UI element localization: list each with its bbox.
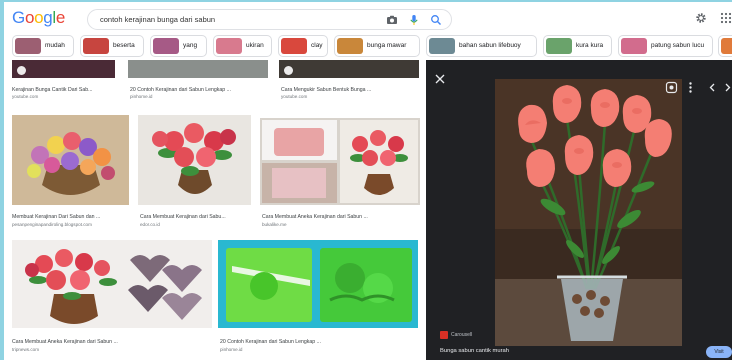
chip-kura-kura[interactable]: kura kura <box>543 35 612 57</box>
mic-icon[interactable] <box>408 14 420 26</box>
chip-thumbnail <box>281 38 307 54</box>
chip-thumbnail <box>721 38 732 54</box>
chip-thumbnail <box>546 38 572 54</box>
chip-more[interactable] <box>718 35 732 57</box>
close-icon[interactable] <box>434 73 446 85</box>
chip-bahan-sabun-lifebuoy[interactable]: bahan sabun lifebuoy <box>426 35 537 57</box>
header: Google <box>4 2 732 34</box>
chip-bunga-mawar[interactable]: bunga mawar <box>334 35 420 57</box>
logo-letter: G <box>12 8 25 27</box>
chip-label: beserta <box>113 42 135 49</box>
chip-label: yang <box>183 42 198 49</box>
chip-label: kura kura <box>576 42 604 49</box>
logo-letter: o <box>24 8 35 27</box>
apps-icon[interactable] <box>720 12 732 24</box>
chip-thumbnail <box>621 38 647 54</box>
result-source: pesanpenginapandiroling.blogspot.com <box>12 222 92 227</box>
result-image[interactable] <box>279 60 419 78</box>
play-icon <box>17 66 26 75</box>
result-title[interactable]: 20 Contoh Kerajinan dari Sabun Lengkap .… <box>220 339 321 345</box>
chip-mudah[interactable]: mudah <box>12 35 74 57</box>
result-title[interactable]: Membuat Kerajinan Dari Sabun dan ... <box>12 214 100 220</box>
browser-page: Google mudah beserta <box>4 2 732 360</box>
preview-source[interactable]: Carousell <box>451 332 472 338</box>
search-icon[interactable] <box>430 14 442 26</box>
result-source: tripnews.com <box>12 347 40 352</box>
chevron-left-icon[interactable] <box>706 81 719 94</box>
result-image[interactable] <box>12 60 115 78</box>
chip-beserta[interactable]: beserta <box>80 35 144 57</box>
play-icon <box>284 66 293 75</box>
result-title[interactable]: Cara Mengukir Sabun Bentuk Bunga ... <box>281 87 371 93</box>
chip-yang[interactable]: yang <box>150 35 207 57</box>
search-box <box>87 9 452 30</box>
lens-icon[interactable] <box>665 81 678 94</box>
chip-thumbnail <box>15 38 41 54</box>
logo-letter: o <box>34 8 44 27</box>
result-source: pinhome.id <box>220 347 243 352</box>
result-image[interactable] <box>12 115 129 205</box>
google-logo[interactable]: Google <box>12 8 65 28</box>
chip-patung-sabun-lucu[interactable]: patung sabun lucu <box>618 35 713 57</box>
result-image[interactable] <box>218 240 418 328</box>
related-searches-bar: mudah beserta yang ukiran clay bunga maw… <box>4 35 732 59</box>
result-title[interactable]: 20 Contoh Kerajinan dari Sabun Lengkap .… <box>130 87 231 93</box>
chip-label: ukiran <box>246 42 264 49</box>
image-results-grid: Kerajinan Bunga Cantik Dari Sab... youtu… <box>4 60 426 360</box>
logo-letter: e <box>55 8 66 27</box>
result-title[interactable]: Cara Membuat Aneka Kerajinan dari Sabun … <box>12 339 118 345</box>
result-image[interactable] <box>260 118 420 205</box>
result-source: youtube.com <box>12 94 39 99</box>
camera-icon[interactable] <box>386 14 398 26</box>
chevron-right-icon[interactable] <box>721 81 732 94</box>
result-image[interactable] <box>138 115 251 205</box>
result-title[interactable]: Kerajinan Bunga Cantik Dari Sab... <box>12 87 92 93</box>
chip-thumbnail <box>216 38 242 54</box>
result-title[interactable]: Cara Membuat Aneka Kerajinan dari Sabun … <box>262 214 368 220</box>
chip-label: mudah <box>45 42 65 49</box>
chip-label: patung sabun lucu <box>651 42 705 49</box>
chip-label: bunga mawar <box>367 42 407 49</box>
chip-ukiran[interactable]: ukiran <box>213 35 272 57</box>
chip-thumbnail <box>83 38 109 54</box>
chip-clay[interactable]: clay <box>278 35 328 57</box>
result-image[interactable] <box>12 240 212 328</box>
more-options-icon[interactable] <box>684 81 697 94</box>
result-image[interactable] <box>128 60 268 78</box>
visit-button[interactable]: Visit <box>706 346 732 358</box>
result-source: edor.co.id <box>140 222 160 227</box>
result-source: youtube.com <box>281 94 308 99</box>
result-source: pinhome.id <box>130 94 153 99</box>
chip-thumbnail <box>337 38 363 54</box>
preview-title[interactable]: Bunga sabun cantik murah <box>440 348 509 354</box>
chip-thumbnail <box>429 38 455 54</box>
carousell-icon <box>440 331 448 339</box>
result-source: bukalike.me <box>262 222 287 227</box>
chip-thumbnail <box>153 38 179 54</box>
search-input[interactable] <box>100 12 380 27</box>
result-title[interactable]: Cara Membuat Kerajinan dari Sabu... <box>140 214 226 220</box>
preview-image[interactable] <box>495 79 682 346</box>
gear-icon[interactable] <box>695 12 707 24</box>
chip-label: clay <box>311 42 323 49</box>
image-preview-panel: Carousell Bunga sabun cantik murah Visit <box>426 60 732 360</box>
chip-label: bahan sabun lifebuoy <box>459 42 521 49</box>
